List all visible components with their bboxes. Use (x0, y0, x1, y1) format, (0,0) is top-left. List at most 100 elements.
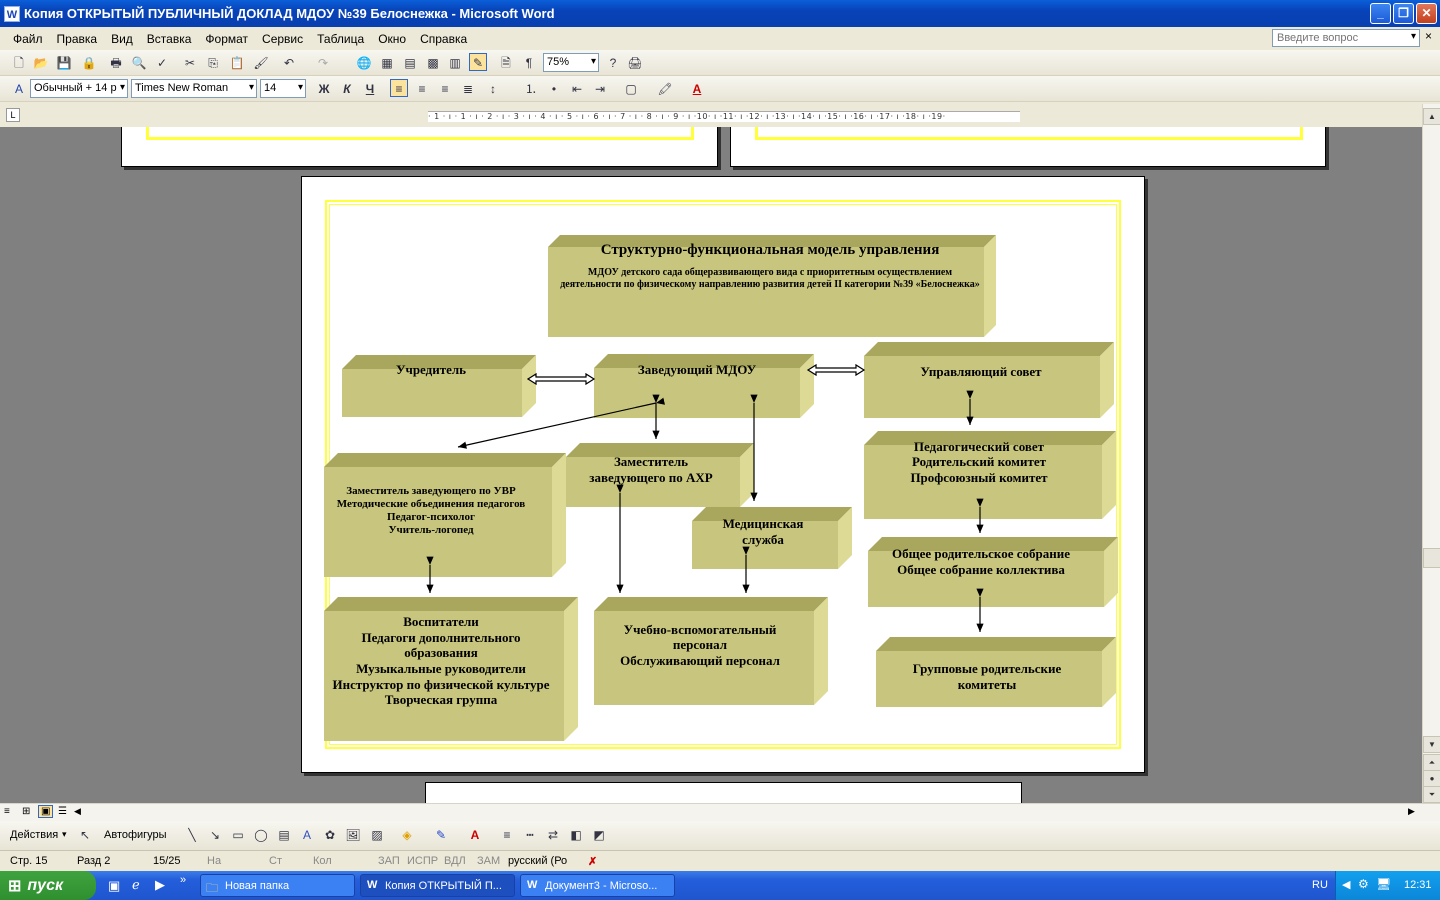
task-word-copy[interactable]: Копия ОТКРЫТЫЙ П... (360, 874, 515, 897)
task-word-doc3[interactable]: Документ3 - Microso... (520, 874, 675, 897)
dash-style-icon[interactable]: ┅ (521, 826, 539, 844)
wordart-icon[interactable]: A (298, 826, 316, 844)
decrease-indent-icon[interactable]: ⇤ (568, 80, 586, 98)
new-document-icon[interactable]: 🗋 (10, 54, 28, 72)
3d-style-icon[interactable]: ◩ (590, 826, 608, 844)
line-tool-icon[interactable]: ╲ (183, 826, 201, 844)
help-search-input[interactable] (1272, 29, 1420, 47)
normal-view-icon[interactable]: ≡ (4, 806, 10, 817)
font-select[interactable]: Times New Roman (131, 79, 257, 98)
menu-help[interactable]: Справка (413, 32, 474, 46)
spelling-status-icon[interactable]: ✗ (588, 855, 597, 868)
highlight-icon[interactable]: 🖍 (656, 80, 674, 98)
drawing-font-color-icon[interactable]: A (466, 826, 484, 844)
justify-icon[interactable]: ≣ (459, 80, 477, 98)
horizontal-scrollbar[interactable]: ≡ ⊞ ▣ ☰ ◀ ▶ (0, 803, 1440, 821)
language-indicator[interactable]: RU (1312, 879, 1328, 891)
restore-button[interactable]: ❐ (1393, 3, 1414, 24)
align-center-icon[interactable]: ≡ (413, 80, 431, 98)
format-painter-icon[interactable]: 🖌 (252, 54, 270, 72)
outline-view-icon[interactable]: ☰ (58, 806, 67, 817)
menu-view[interactable]: Вид (104, 32, 140, 46)
textbox-tool-icon[interactable]: ▤ (275, 826, 293, 844)
arrow-tool-icon[interactable]: ↘ (206, 826, 224, 844)
quicklaunch-desktop-icon[interactable]: ▣ (108, 878, 120, 894)
font-size-select[interactable]: 14 (260, 79, 306, 98)
cut-icon[interactable]: ✂ (181, 54, 199, 72)
scroll-up-button[interactable]: ▲ (1423, 108, 1440, 125)
word-app-icon[interactable]: W (4, 5, 20, 22)
menu-tools[interactable]: Сервис (255, 32, 310, 46)
insert-excel-icon[interactable]: ▩ (424, 54, 442, 72)
paste-icon[interactable]: 📋 (228, 54, 246, 72)
oval-tool-icon[interactable]: ◯ (252, 826, 270, 844)
scroll-thumb[interactable] (1423, 548, 1440, 568)
increase-indent-icon[interactable]: ⇥ (591, 80, 609, 98)
quicklaunch-media-icon[interactable]: ▶ (155, 877, 165, 893)
zoom-select[interactable]: 75% (543, 53, 599, 72)
document-area[interactable]: Структурно-функциональная модель управле… (0, 127, 1422, 803)
autoshapes-menu[interactable]: Автофигуры (104, 829, 167, 841)
redo-icon[interactable]: ↷ (314, 54, 332, 72)
spelling-icon[interactable]: ✓ (153, 54, 171, 72)
status-record[interactable]: ЗАП (378, 855, 400, 867)
next-page-button[interactable]: ⏷ (1423, 786, 1440, 803)
status-language[interactable]: русский (Ро (508, 855, 567, 867)
status-overtype[interactable]: ЗАМ (477, 855, 500, 867)
style-select[interactable]: Обычный + 14 р (30, 79, 128, 98)
rectangle-tool-icon[interactable]: ▭ (229, 826, 247, 844)
previous-page-button[interactable]: ⏶ (1423, 754, 1440, 771)
font-color-icon[interactable]: A (688, 80, 706, 98)
styles-pane-icon[interactable]: A (10, 80, 28, 98)
align-left-icon[interactable]: ≡ (390, 79, 408, 97)
task-new-folder[interactable]: Новая папка (200, 874, 355, 897)
clipart-icon[interactable]: 🖼 (344, 826, 362, 844)
fill-color-icon[interactable]: ◈ (398, 826, 416, 844)
tray-monitor-icon[interactable]: 🖥 (1376, 877, 1391, 891)
scroll-right-button[interactable]: ▶ (1408, 806, 1415, 817)
line-style-icon[interactable]: ≡ (498, 826, 516, 844)
arrow-style-icon[interactable]: ⇄ (544, 826, 562, 844)
numbering-icon[interactable]: ⒈ (522, 80, 540, 98)
bullets-icon[interactable]: • (545, 80, 563, 98)
quicklaunch-more-icon[interactable]: » (180, 874, 186, 886)
show-formatting-icon[interactable]: ¶ (520, 54, 538, 72)
scroll-left-button[interactable]: ◀ (74, 806, 81, 817)
insert-picture-icon[interactable]: ▨ (368, 826, 386, 844)
open-icon[interactable]: 📂 (32, 54, 50, 72)
clock[interactable]: 12:31 (1404, 879, 1432, 891)
copy-icon[interactable]: ⎘ (204, 54, 222, 72)
web-view-icon[interactable]: ⊞ (22, 806, 30, 817)
line-color-icon[interactable]: ✎ (432, 826, 450, 844)
tray-network-icon[interactable]: ⚙ (1358, 877, 1369, 891)
document-map-icon[interactable]: 🗎 (497, 54, 515, 72)
close-document-icon[interactable]: × (1425, 29, 1432, 43)
save-icon[interactable]: 💾 (55, 54, 73, 72)
scroll-down-button[interactable]: ▼ (1423, 736, 1440, 753)
menu-table[interactable]: Таблица (310, 32, 371, 46)
menu-insert[interactable]: Вставка (140, 32, 199, 46)
permission-icon[interactable]: 🔒 (80, 54, 98, 72)
ruler-marks[interactable]: · 1 · ı · 1 · ı · 2 · ı · 3 · ı · 4 · ı … (428, 111, 1020, 122)
print-icon[interactable]: 🖶 (107, 54, 125, 72)
actions-dropdown-icon[interactable]: ▾ (62, 829, 67, 840)
bold-button[interactable]: Ж (315, 80, 333, 98)
columns-icon[interactable]: ▥ (446, 54, 464, 72)
underline-button[interactable]: Ч (361, 80, 379, 98)
quicklaunch-ie-icon[interactable]: ℯ (132, 877, 140, 893)
current-page[interactable]: Структурно-функциональная модель управле… (301, 176, 1145, 773)
hyperlink-icon[interactable]: 🌐 (355, 54, 373, 72)
read-mode-icon[interactable]: 🖨 (626, 54, 644, 72)
help-dropdown-icon[interactable]: ▾ (1411, 31, 1416, 42)
select-objects-icon[interactable]: ↖ (76, 826, 94, 844)
italic-button[interactable]: К (338, 80, 356, 98)
status-extend[interactable]: ВДЛ (444, 855, 466, 867)
shadow-style-icon[interactable]: ◧ (567, 826, 585, 844)
browse-object-button[interactable]: ● (1423, 770, 1440, 787)
drawing-toggle-icon[interactable]: ✎ (469, 53, 487, 71)
undo-icon[interactable]: ↶ (280, 54, 298, 72)
print-layout-view-icon[interactable]: ▣ (38, 805, 54, 818)
tray-expand-icon[interactable]: ◀ (1342, 878, 1350, 891)
close-button[interactable]: ✕ (1416, 3, 1437, 24)
tables-borders-icon[interactable]: ▦ (378, 54, 396, 72)
